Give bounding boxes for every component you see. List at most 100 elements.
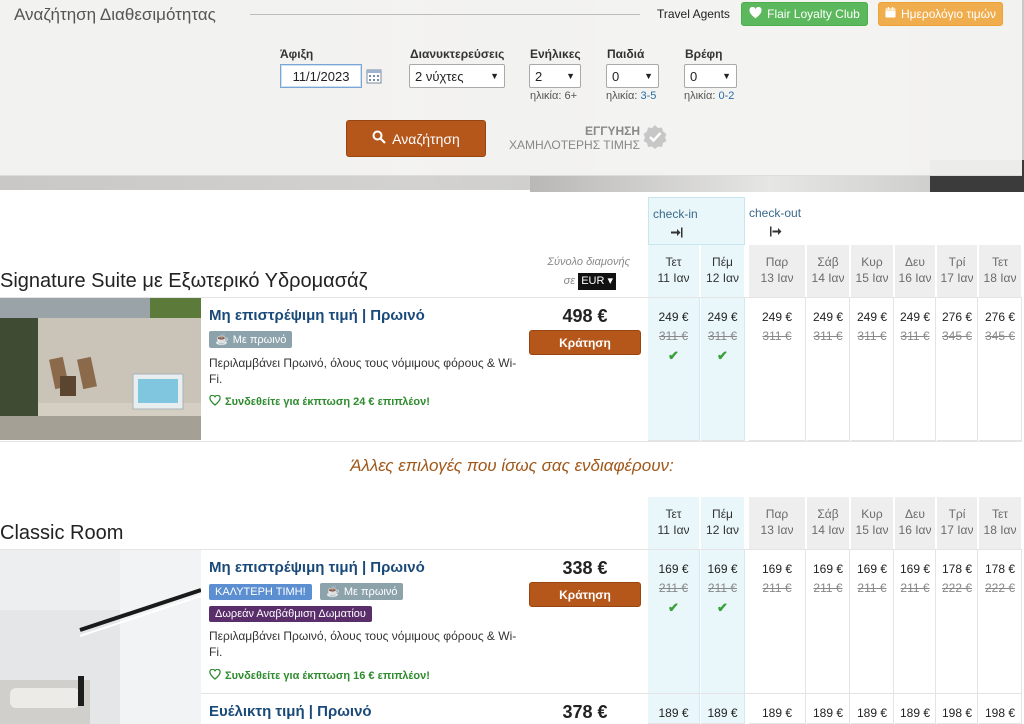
day-price: 189 € xyxy=(812,706,844,720)
rate-tags: ☕ Με πρωινό xyxy=(209,330,293,348)
rate-description: Περιλαμβάνει Πρωινό, όλους τους νόμιμους… xyxy=(209,356,517,386)
day-date: 15 Ιαν xyxy=(855,271,889,285)
original-price: 211 € xyxy=(813,581,843,595)
original-price: 222 € xyxy=(984,581,1016,595)
day-price: 189 € xyxy=(899,706,931,720)
day-header-3: Παρ 13 Ιαν xyxy=(749,245,806,298)
upgrade-tag-wrap: Δωρεάν Αναβάθμιση Δωματίου xyxy=(209,604,372,622)
original-price: 345 € xyxy=(984,329,1016,343)
day-price-cell: 198 € xyxy=(979,694,1022,724)
search-button[interactable]: Αναζήτηση xyxy=(346,120,486,157)
arrival-date-input[interactable]: 11/1/2023 xyxy=(280,64,362,88)
room-image xyxy=(0,298,201,440)
calendar-picker-icon[interactable] xyxy=(366,68,382,89)
checkout-label: check-out xyxy=(749,206,802,220)
calendar-icon xyxy=(885,7,896,21)
day-header-1: Τετ 11 Ιαν xyxy=(648,245,700,298)
day-header-6: Δευ 16 Ιαν xyxy=(895,497,936,550)
day-price: 178 € xyxy=(941,562,973,576)
panel-title: Αναζήτηση Διαθεσιμότητας xyxy=(14,5,216,24)
infants-label: Βρέφη xyxy=(685,47,723,61)
day-of-week: Σάβ xyxy=(817,507,839,521)
day-date: 18 Ιαν xyxy=(983,271,1017,285)
day-price: 169 € xyxy=(658,562,689,576)
day-price: 249 € xyxy=(899,310,931,324)
room-title: Signature Suite με Εξωτερικό Υδρομασάζ xyxy=(0,270,368,292)
book-button[interactable]: Κράτηση xyxy=(529,582,641,607)
day-price: 198 € xyxy=(984,706,1016,720)
original-price: 211 € xyxy=(857,581,887,595)
selected-check-icon: ✔ xyxy=(717,348,728,363)
total-price: 498 € xyxy=(562,306,608,326)
price-guarantee: ΕΓΓΥΗΣΗ ΧΑΜΗΛΟΤΕΡΗΣ ΤΙΜΗΣ xyxy=(500,124,640,152)
day-price-cell: 178 € 222 € xyxy=(937,550,978,694)
currency-selector[interactable]: σε EUR ▾ xyxy=(500,273,616,290)
original-price: 311 € xyxy=(857,329,887,343)
day-price: 189 € xyxy=(707,706,738,720)
day-of-week: Τρί xyxy=(948,507,966,521)
day-price-cell: 276 € 345 € xyxy=(937,298,978,441)
day-header-5: Κυρ 15 Ιαν xyxy=(851,497,894,550)
infants-select[interactable]: 0 ▼ xyxy=(684,64,737,88)
day-price: 249 € xyxy=(812,310,844,324)
travel-agents-link[interactable]: Travel Agents xyxy=(657,7,730,21)
day-price: 178 € xyxy=(984,562,1016,576)
adults-select[interactable]: 2 ▼ xyxy=(529,64,581,88)
day-of-week: Τετ xyxy=(991,507,1009,521)
rate-name[interactable]: Μη επιστρέψιμη τιμή | Πρωινό xyxy=(209,307,425,324)
adults-value: 2 xyxy=(535,68,543,84)
day-header-4: Σάβ 14 Ιαν xyxy=(807,245,850,298)
guarantee-line2: ΧΑΜΗΛΟΤΕΡΗΣ ΤΙΜΗΣ xyxy=(508,138,640,152)
day-price-cell: 189 € xyxy=(851,694,894,724)
day-price-cell: 169 € 211 € ✔ xyxy=(701,550,745,694)
original-price: 311 € xyxy=(658,329,689,343)
login-discount-link[interactable]: Συνδεθείτε για έκπτωση 16 € επιπλέον! xyxy=(209,668,430,683)
day-price: 249 € xyxy=(707,310,738,324)
total-price: 338 € xyxy=(562,558,608,578)
login-discount-link[interactable]: Συνδεθείτε για έκπτωση 24 € επιπλέον! xyxy=(209,394,430,409)
nights-select[interactable]: 2 νύχτες ▼ xyxy=(409,64,505,88)
price-calendar-label: Ημερολόγιο τιμών xyxy=(900,7,997,21)
day-date: 11 Ιαν xyxy=(657,271,690,285)
children-select[interactable]: 0 ▼ xyxy=(606,64,659,88)
infants-value: 0 xyxy=(690,68,698,84)
other-options-heading: Άλλες επιλογές που ίσως σας ενδιαφέρουν: xyxy=(350,456,674,475)
original-price: 211 € xyxy=(762,581,792,595)
coffee-icon: ☕ xyxy=(215,334,229,346)
nights-label: Διανυκτερεύσεις xyxy=(410,47,505,61)
loyalty-club-button[interactable]: Flair Loyalty Club xyxy=(741,2,868,26)
coffee-icon: ☕ xyxy=(326,586,340,598)
chevron-down-icon: ▼ xyxy=(566,71,575,81)
selected-check-icon: ✔ xyxy=(668,600,679,615)
checkin-label: check-in xyxy=(653,207,698,221)
price-calendar-button[interactable]: Ημερολόγιο τιμών xyxy=(878,2,1003,26)
day-date: 18 Ιαν xyxy=(983,523,1017,537)
checkmark-badge-icon xyxy=(642,124,668,155)
day-price-cell: 276 € 345 € xyxy=(979,298,1022,441)
title-divider xyxy=(250,14,640,15)
day-of-week: Κυρ xyxy=(861,507,883,521)
currency-dropdown[interactable]: EUR ▾ xyxy=(578,273,616,290)
day-price-cell: 198 € xyxy=(937,694,978,724)
rate-tags: ΚΑΛΥΤΕΡΗ ΤΙΜΗ! ☕ Με πρωινό xyxy=(209,582,404,600)
heart-outline-icon xyxy=(209,668,221,683)
day-header-6: Δευ 16 Ιαν xyxy=(895,245,936,298)
day-of-week: Δευ xyxy=(905,255,925,269)
day-price: 198 € xyxy=(941,706,973,720)
day-price: 276 € xyxy=(984,310,1016,324)
book-button[interactable]: Κράτηση xyxy=(529,330,641,355)
adults-age-hint: ηλικία: 6+ xyxy=(530,90,578,102)
rate-name[interactable]: Μη επιστρέψιμη τιμή | Πρωινό xyxy=(209,559,425,576)
original-price: 311 € xyxy=(707,329,738,343)
breakfast-tag: ☕ Με πρωινό xyxy=(209,331,293,348)
day-of-week: Σάβ xyxy=(817,255,839,269)
day-of-week: Τετ xyxy=(991,255,1009,269)
rate-name[interactable]: Ευέλικτη τιμή | Πρωινό xyxy=(209,703,372,720)
day-header-8: Τετ 18 Ιαν xyxy=(979,497,1022,550)
day-price: 169 € xyxy=(899,562,931,576)
day-of-week: Τετ xyxy=(665,255,682,269)
infants-age-hint: ηλικία: 0-2 xyxy=(684,90,735,102)
original-price: 211 € xyxy=(658,581,689,595)
day-header-8: Τετ 18 Ιαν xyxy=(979,245,1022,298)
day-date: 17 Ιαν xyxy=(940,271,974,285)
